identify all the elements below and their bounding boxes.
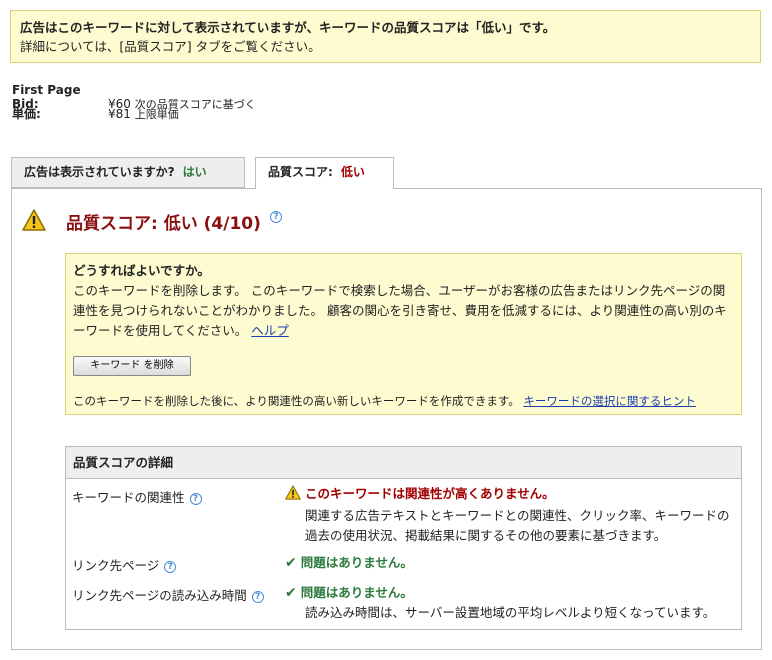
quality-score-title: 品質スコア: 低い (4/10) <box>66 214 261 234</box>
banner-line-2: 詳細については、[品質スコア] タブをご覧ください。 <box>20 39 321 54</box>
advice-body: このキーワードを削除します。 このキーワードで検索した場合、ユーザーがお客様の広… <box>73 283 727 338</box>
detail-status: 問題はありません。 <box>300 585 413 600</box>
banner-line-1: 広告はこのキーワードに対して表示されていますが、キーワードの品質スコアは「低い」… <box>20 20 556 35</box>
tab-quality-score-value: 低い <box>340 165 365 179</box>
tab-ad-showing[interactable]: 広告は表示されていますか? はい <box>11 157 245 188</box>
detail-result-landing-page: ✔ 問題はありません。 <box>285 553 737 573</box>
advice-footer: このキーワードを削除した後に、より関連性の高い新しいキーワードを作成できます。 … <box>73 391 696 411</box>
help-icon[interactable]: ? <box>164 560 177 573</box>
detail-label: リンク先ページ <box>72 558 160 573</box>
details-heading: 品質スコアの詳細 <box>66 447 741 479</box>
help-icon[interactable]: ? <box>189 492 202 505</box>
tab-ad-showing-value: はい <box>182 165 207 179</box>
detail-result-keyword-relevance: このキーワードは関連性が高くありません。 関連する広告テキストとキーワードとの関… <box>285 484 737 546</box>
quality-details-box: 品質スコアの詳細 キーワードの関連性? このキーワードは関連性が高くありません。… <box>65 446 742 630</box>
notification-banner: 広告はこのキーワードに対して表示されていますが、キーワードの品質スコアは「低い」… <box>10 10 761 63</box>
tab-quality-score[interactable]: 品質スコア: 低い <box>255 157 394 189</box>
help-icon[interactable]: ? <box>251 590 264 603</box>
help-icon[interactable]: ? <box>270 211 282 223</box>
detail-description: 読み込み時間は、サーバー設置地域の平均レベルより短くなっています。 <box>305 605 716 620</box>
cpc-row: 単価: ¥81 上限単価 <box>12 105 179 122</box>
checkmark-icon: ✔ <box>285 555 297 571</box>
cpc-value: ¥81 <box>108 107 131 121</box>
cpc-label: 単価: <box>12 107 41 121</box>
detail-status: 問題はありません。 <box>300 555 413 570</box>
delete-keyword-button[interactable]: キーワード を削除 <box>73 356 191 376</box>
detail-row-landing-page: リンク先ページ? <box>72 555 177 574</box>
cpc-note: 上限単価 <box>134 108 179 121</box>
warning-icon <box>22 209 46 235</box>
detail-row-keyword-relevance: キーワードの関連性? <box>72 487 202 506</box>
keyword-tips-link[interactable]: キーワードの選択に関するヒント <box>523 394 696 408</box>
advice-box: どうすればよいですか。 このキーワードを削除します。 このキーワードで検索した場… <box>65 253 742 415</box>
detail-row-load-time: リンク先ページの読み込み時間? <box>72 585 264 604</box>
tab-ad-showing-label: 広告は表示されていますか? <box>24 165 175 179</box>
detail-result-load-time: ✔ 問題はありません。 読み込み時間は、サーバー設置地域の平均レベルより短くなって… <box>285 583 737 623</box>
detail-description: 関連する広告テキストとキーワードとの関連性、クリック率、キーワードの過去の使用状… <box>305 508 730 543</box>
detail-status: このキーワードは関連性が高くありません。 <box>305 486 555 501</box>
advice-footer-text: このキーワードを削除した後に、より関連性の高い新しいキーワードを作成できます。 <box>73 394 520 408</box>
warning-icon <box>285 485 301 506</box>
advice-heading: どうすればよいですか。 <box>73 263 210 278</box>
help-link[interactable]: ヘルプ <box>251 323 289 338</box>
detail-label: キーワードの関連性 <box>72 490 185 505</box>
detail-label: リンク先ページの読み込み時間 <box>72 588 247 603</box>
checkmark-icon: ✔ <box>285 585 297 601</box>
tab-quality-score-label: 品質スコア: <box>268 165 333 179</box>
